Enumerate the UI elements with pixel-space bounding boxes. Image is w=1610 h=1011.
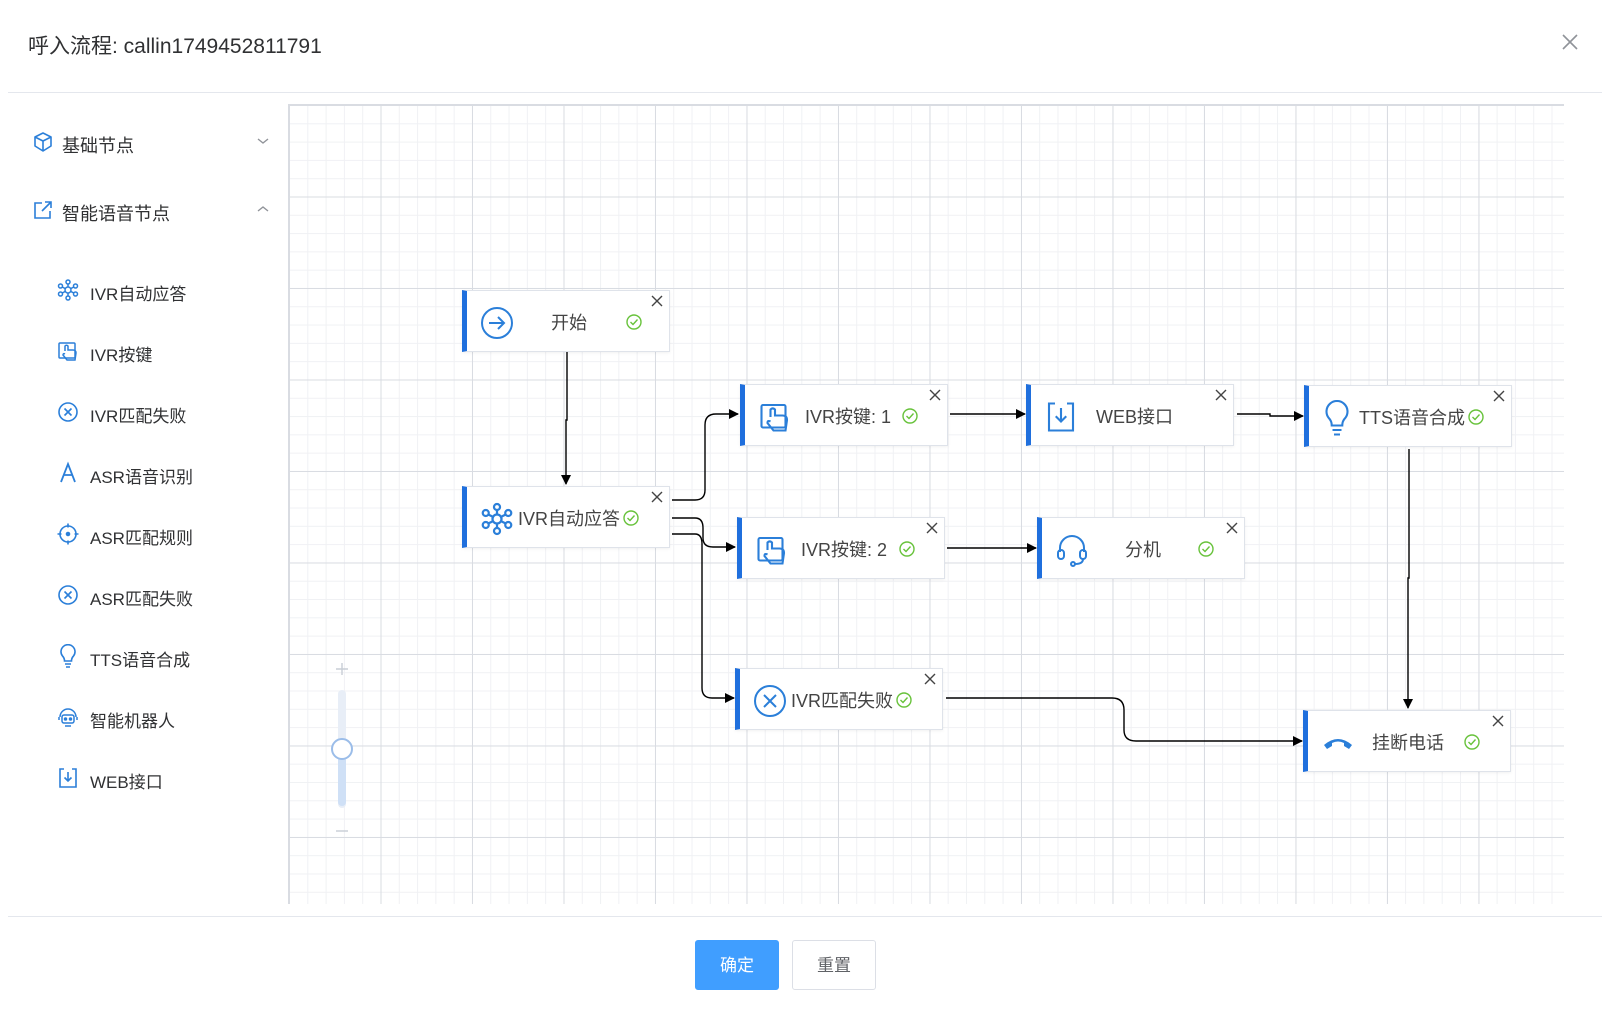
network-hub-icon bbox=[479, 501, 515, 537]
node-label: IVR匹配失败 bbox=[791, 691, 894, 711]
palette-item-ivr-key[interactable]: IVR按键 bbox=[56, 336, 266, 366]
flow-node-ivr-key-2[interactable]: IVR按键: 2 bbox=[737, 517, 945, 579]
check-circle-icon bbox=[622, 509, 640, 527]
palette-item-label: IVR自动应答 bbox=[90, 285, 187, 304]
palette-item-label: WEB接口 bbox=[90, 773, 163, 792]
dialog-header: 呼入流程: callin1749452811791 bbox=[0, 0, 1610, 92]
palette-item-ivr-auto-answer[interactable]: IVR自动应答 bbox=[56, 275, 266, 305]
cube-icon bbox=[32, 131, 54, 153]
hand-touch-icon bbox=[757, 399, 793, 435]
circle-x-icon bbox=[56, 583, 80, 607]
flow-node-start[interactable]: 开始 bbox=[462, 290, 670, 352]
chevron-up-icon bbox=[254, 200, 272, 218]
palette-item-label: IVR按键 bbox=[90, 346, 153, 365]
delete-node-icon[interactable] bbox=[649, 293, 665, 309]
node-label: 开始 bbox=[551, 313, 587, 333]
check-circle-icon bbox=[1197, 540, 1215, 558]
palette-item-asr-match-rule[interactable]: ASR匹配规则 bbox=[56, 519, 266, 549]
close-icon[interactable] bbox=[1558, 30, 1582, 54]
group-basic-nodes[interactable]: 基础节点 bbox=[32, 128, 272, 158]
hand-touch-icon bbox=[754, 532, 790, 568]
flow-node-extension[interactable]: 分机 bbox=[1037, 517, 1245, 579]
check-circle-icon bbox=[625, 313, 643, 331]
node-label: TTS语音合成 bbox=[1359, 408, 1465, 428]
check-circle-icon bbox=[1463, 733, 1481, 751]
chevron-down-icon bbox=[254, 132, 272, 150]
palette-item-label: ASR匹配规则 bbox=[90, 529, 193, 548]
delete-node-icon[interactable] bbox=[924, 520, 940, 536]
palette-item-asr-match-fail[interactable]: ASR匹配失败 bbox=[56, 580, 266, 610]
zoom-slider-thumb[interactable] bbox=[331, 738, 353, 760]
flow-node-ivr-match-fail[interactable]: IVR匹配失败 bbox=[735, 668, 943, 730]
letter-a-icon bbox=[56, 461, 80, 485]
zoom-control bbox=[330, 660, 354, 840]
node-label: 挂断电话 bbox=[1372, 733, 1444, 753]
node-label: IVR按键: 1 bbox=[805, 407, 892, 427]
group-label: 智能语音节点 bbox=[62, 204, 170, 224]
flow-node-hangup[interactable]: 挂断电话 bbox=[1303, 710, 1511, 772]
delete-node-icon[interactable] bbox=[922, 671, 938, 687]
node-label: IVR自动应答 bbox=[518, 509, 621, 529]
delete-node-icon[interactable] bbox=[1213, 387, 1229, 403]
circle-x-icon bbox=[752, 683, 788, 719]
delete-node-icon[interactable] bbox=[1224, 520, 1240, 536]
flow-dialog: 呼入流程: callin1749452811791 基础节点 智能语音节点 IV… bbox=[0, 0, 1610, 1011]
check-circle-icon bbox=[898, 540, 916, 558]
palette-item-web-api[interactable]: WEB接口 bbox=[56, 763, 266, 793]
dialog-title: 呼入流程: callin1749452811791 bbox=[28, 35, 322, 58]
circle-x-icon bbox=[56, 400, 80, 424]
edit-external-icon bbox=[32, 199, 54, 221]
hangup-phone-icon bbox=[1320, 725, 1356, 761]
headset-icon bbox=[1054, 532, 1090, 568]
palette-item-label: 智能机器人 bbox=[90, 712, 175, 731]
palette-item-label: IVR匹配失败 bbox=[90, 407, 187, 426]
flow-node-ivr-auto-answer[interactable]: IVR自动应答 bbox=[462, 486, 670, 548]
network-hub-icon bbox=[56, 278, 80, 302]
zoom-out-icon[interactable] bbox=[333, 822, 351, 840]
zoom-in-icon[interactable] bbox=[333, 660, 351, 678]
header-divider bbox=[8, 92, 1602, 93]
node-label: 分机 bbox=[1125, 540, 1161, 560]
reset-button[interactable]: 重置 bbox=[792, 940, 876, 990]
palette-item-label: ASR匹配失败 bbox=[90, 590, 193, 609]
lightbulb-icon bbox=[1319, 399, 1355, 436]
download-box-icon bbox=[56, 766, 80, 790]
crosshair-icon bbox=[56, 522, 80, 546]
check-circle-icon bbox=[901, 407, 919, 425]
group-label: 基础节点 bbox=[62, 136, 134, 156]
palette-item-tts[interactable]: TTS语音合成 bbox=[56, 641, 266, 671]
delete-node-icon[interactable] bbox=[649, 489, 665, 505]
delete-node-icon[interactable] bbox=[927, 387, 943, 403]
hand-touch-icon bbox=[56, 339, 80, 363]
footer-divider bbox=[8, 916, 1602, 917]
flow-node-ivr-key-1[interactable]: IVR按键: 1 bbox=[740, 384, 948, 446]
delete-node-icon[interactable] bbox=[1490, 713, 1506, 729]
palette-item-smart-robot[interactable]: 智能机器人 bbox=[56, 702, 266, 732]
robot-icon bbox=[56, 705, 80, 729]
check-circle-icon bbox=[1467, 408, 1485, 426]
confirm-button[interactable]: 确定 bbox=[695, 940, 779, 990]
palette-item-ivr-match-fail[interactable]: IVR匹配失败 bbox=[56, 397, 266, 427]
flow-node-tts[interactable]: TTS语音合成 bbox=[1304, 385, 1512, 447]
arrow-circle-icon bbox=[479, 305, 515, 341]
node-label: IVR按键: 2 bbox=[801, 540, 888, 560]
palette-item-label: ASR语音识别 bbox=[90, 468, 193, 487]
flow-node-web-api[interactable]: WEB接口 bbox=[1026, 384, 1234, 446]
palette-item-label: TTS语音合成 bbox=[90, 651, 191, 670]
download-box-icon bbox=[1043, 399, 1079, 435]
lightbulb-icon bbox=[56, 643, 80, 668]
palette-item-asr-recognition[interactable]: ASR语音识别 bbox=[56, 458, 266, 488]
check-circle-icon bbox=[895, 691, 913, 709]
group-smart-voice-nodes[interactable]: 智能语音节点 bbox=[32, 196, 272, 226]
node-label: WEB接口 bbox=[1096, 407, 1174, 427]
node-palette: 基础节点 智能语音节点 IVR自动应答 IVR按键 IVR匹配失败 ASR语音识… bbox=[0, 108, 285, 928]
delete-node-icon[interactable] bbox=[1491, 388, 1507, 404]
